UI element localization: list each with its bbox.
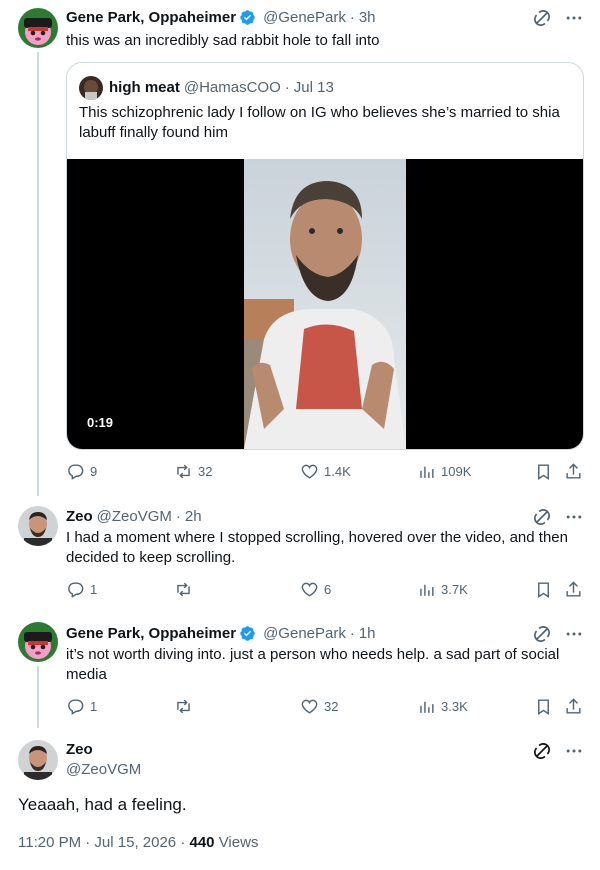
tweet-text: I had a moment where I stopped scrolling… <box>66 529 568 566</box>
reply-icon <box>68 464 84 480</box>
repost-icon <box>177 582 190 597</box>
repost-button[interactable] <box>174 580 198 599</box>
tweet-time[interactable]: 1h <box>359 625 376 642</box>
reply-button[interactable]: 9 <box>66 462 97 481</box>
grok-icon[interactable] <box>532 741 552 761</box>
repost-count: 32 <box>198 464 213 479</box>
reply-icon <box>68 699 84 715</box>
views-button[interactable]: 3.7K <box>417 580 468 599</box>
tweet-time[interactable]: 3h <box>359 9 376 26</box>
share-icon <box>566 698 581 714</box>
share-button[interactable] <box>564 462 583 481</box>
views-count: 3.7K <box>441 582 468 597</box>
action-bar: 9 32 1.4K 109K <box>66 462 586 482</box>
thread-line <box>37 52 39 496</box>
bookmark-button[interactable] <box>534 462 553 481</box>
video-duration: 0:19 <box>87 415 114 430</box>
action-bar: 1 32 3.3K <box>66 697 586 717</box>
share-icon <box>566 581 581 597</box>
share-icon <box>566 463 581 479</box>
video-thumbnail <box>244 159 406 449</box>
author-name[interactable]: Zeo <box>66 508 93 525</box>
avatar[interactable] <box>18 740 58 780</box>
views-button[interactable]: 3.3K <box>417 697 468 716</box>
tweet-text: this was an incredibly sad rabbit hole t… <box>66 32 380 49</box>
quote-author-name: high meat <box>109 79 180 96</box>
repost-icon <box>177 464 190 479</box>
reply-button[interactable]: 1 <box>66 697 97 716</box>
grok-icon[interactable] <box>532 624 552 644</box>
bookmark-icon <box>538 464 549 480</box>
verified-badge-icon <box>240 626 255 641</box>
separator: · <box>349 9 355 26</box>
repost-button[interactable]: 32 <box>174 462 212 481</box>
grok-icon[interactable] <box>532 8 552 28</box>
quote-avatar <box>79 76 103 100</box>
thread-line <box>37 666 39 728</box>
like-button[interactable]: 32 <box>300 697 338 716</box>
views-label: Views <box>218 834 259 851</box>
more-icon[interactable] <box>564 507 584 527</box>
reply-button[interactable]: 1 <box>66 580 97 599</box>
reply-count: 9 <box>90 464 98 479</box>
share-button[interactable] <box>564 580 583 599</box>
reply-count: 1 <box>90 699 98 714</box>
quote-time: Jul 13 <box>293 79 334 96</box>
separator: · <box>180 834 186 851</box>
more-icon[interactable] <box>564 624 584 644</box>
author-handle[interactable]: @ZeoVGM <box>66 761 141 778</box>
verified-badge-icon <box>240 10 255 25</box>
views-button[interactable]: 109K <box>417 462 471 481</box>
avatar[interactable] <box>18 622 58 662</box>
analytics-icon <box>420 466 434 478</box>
main-tweet-text: Yeaaah, had a feeling. <box>18 795 187 814</box>
action-bar: 1 6 3.7K <box>66 580 586 600</box>
separator: · <box>284 79 290 96</box>
video-player[interactable]: 0:19 <box>67 159 583 449</box>
analytics-icon <box>420 701 434 713</box>
bookmark-button[interactable] <box>534 580 553 599</box>
tweet-time[interactable]: 2h <box>185 508 202 525</box>
heart-icon <box>301 464 318 479</box>
reply-count: 1 <box>90 582 98 597</box>
heart-icon <box>301 582 318 597</box>
quote-author-handle: @HamasCOO <box>183 79 281 96</box>
views-count: 3.3K <box>441 699 468 714</box>
timestamp-line: 11:20 PM · Jul 15, 2026 · 440 Views <box>18 834 258 851</box>
views-count: 440 <box>189 834 215 851</box>
separator: · <box>349 625 355 642</box>
avatar[interactable] <box>18 506 58 546</box>
repost-icon <box>177 699 190 714</box>
quote-text: This schizophrenic lady I follow on IG w… <box>79 104 560 141</box>
like-count: 6 <box>324 582 332 597</box>
share-button[interactable] <box>564 697 583 716</box>
author-handle[interactable]: @GenePark <box>263 9 346 26</box>
analytics-icon <box>420 584 434 596</box>
views-count: 109K <box>441 464 472 479</box>
bookmark-icon <box>538 582 549 598</box>
author-name[interactable]: Gene Park, Oppaheimer <box>66 625 236 642</box>
like-count: 1.4K <box>324 464 351 479</box>
like-button[interactable]: 6 <box>300 580 331 599</box>
like-button[interactable]: 1.4K <box>300 462 351 481</box>
more-icon[interactable] <box>564 741 584 761</box>
tweet-text: it’s not worth diving into. just a perso… <box>66 646 560 683</box>
separator: · <box>175 508 181 525</box>
quoted-tweet[interactable]: high meat @HamasCOO · Jul 13 This schizo… <box>66 62 584 450</box>
author-handle[interactable]: @GenePark <box>263 625 346 642</box>
grok-icon[interactable] <box>532 507 552 527</box>
bookmark-icon <box>538 699 549 715</box>
author-name[interactable]: Zeo <box>66 741 93 758</box>
bookmark-button[interactable] <box>534 697 553 716</box>
author-handle[interactable]: @ZeoVGM <box>97 508 172 525</box>
heart-icon <box>301 699 318 714</box>
avatar[interactable] <box>18 8 58 48</box>
like-count: 32 <box>324 699 339 714</box>
more-icon[interactable] <box>564 8 584 28</box>
reply-icon <box>68 582 84 598</box>
repost-button[interactable] <box>174 697 198 716</box>
timestamp[interactable]: 11:20 PM · Jul 15, 2026 <box>18 834 176 851</box>
author-name[interactable]: Gene Park, Oppaheimer <box>66 9 236 26</box>
